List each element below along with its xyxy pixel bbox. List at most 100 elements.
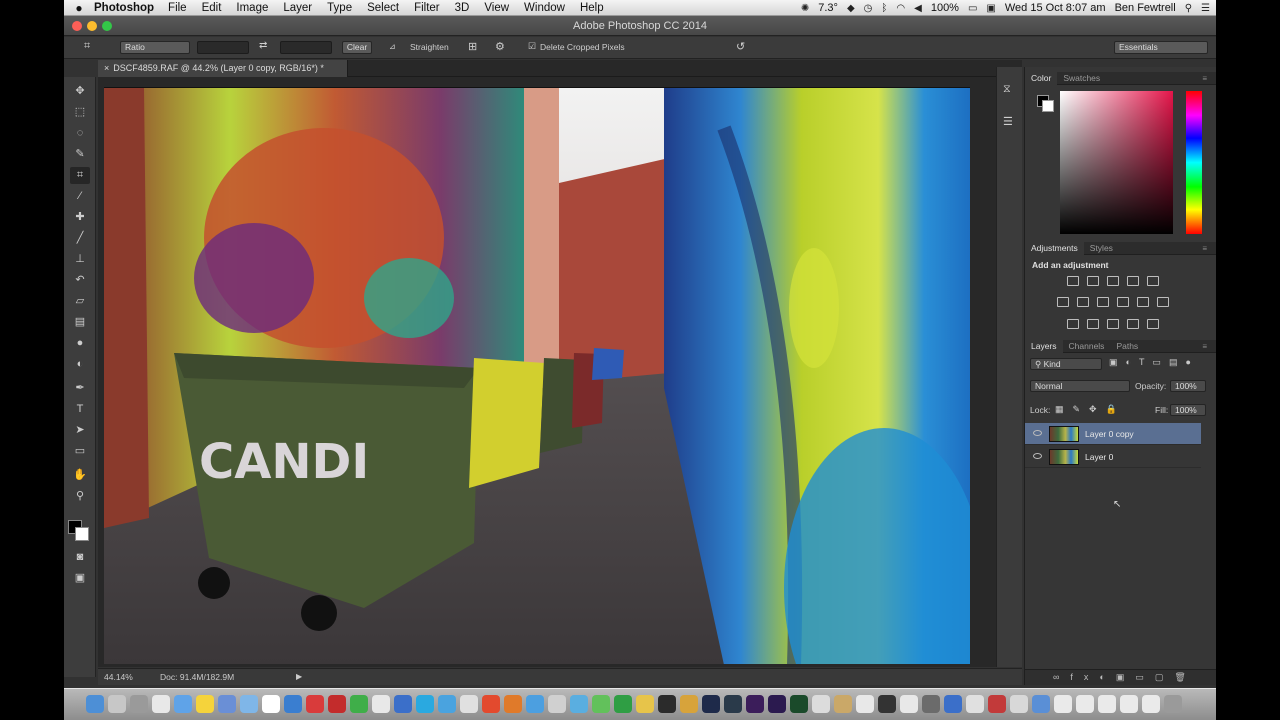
layer-row-layer-0-copy[interactable]: Layer 0 copy [1025,423,1201,445]
layer-filter-select[interactable]: ⚲ Kind [1030,358,1102,370]
path-select-tool-icon[interactable]: ➤ [70,422,90,439]
color-balance-icon[interactable] [1077,297,1089,307]
quick-mask-icon[interactable]: ◙ [70,549,90,566]
black-white-icon[interactable] [1097,297,1109,307]
layer-row-layer-0[interactable]: Layer 0 [1025,446,1201,468]
app-icon[interactable] [834,695,852,713]
preview-icon[interactable] [108,695,126,713]
invert-icon[interactable] [1067,319,1079,329]
battery-icon[interactable]: ▭ [968,3,977,14]
minimize-window-button[interactable] [87,21,97,31]
calendar-icon[interactable]: ▣ [986,3,995,14]
app-icon[interactable] [812,695,830,713]
canvas-area[interactable]: CANDI [98,77,1022,667]
threshold-icon[interactable] [1107,319,1119,329]
app-icon[interactable] [548,695,566,713]
app-icon[interactable] [966,695,984,713]
crop-tool-icon[interactable]: ⌗ [70,167,90,184]
app-icon[interactable] [218,695,236,713]
app-icon[interactable] [438,695,456,713]
notes-icon[interactable] [196,695,214,713]
status-arrow-icon[interactable]: ▶ [296,669,302,685]
app-icon[interactable] [262,695,280,713]
app-icon[interactable] [614,695,632,713]
safari-icon[interactable] [174,695,192,713]
lock-icons[interactable]: ▦✎✥🔒 [1055,404,1126,415]
background-color-swatch[interactable] [75,527,89,541]
app-icon[interactable] [460,695,478,713]
menu-window[interactable]: Window [524,2,565,14]
document-icon[interactable] [1076,695,1094,713]
chrome-icon[interactable] [482,695,500,713]
zoom-tool-icon[interactable]: ⚲ [70,488,90,505]
after-effects-icon[interactable] [768,695,786,713]
menu-app-name[interactable]: Photoshop [94,2,154,14]
straighten-label[interactable]: Straighten [410,42,449,52]
delete-cropped-label[interactable]: Delete Cropped Pixels [540,42,625,52]
screen-mode-icon[interactable]: ▣ [70,570,90,587]
eyedropper-tool-icon[interactable]: ⁄ [70,188,90,205]
history-panel-icon[interactable]: ⧖ [1003,83,1011,96]
visibility-eye-icon[interactable] [1033,453,1042,459]
app-icon[interactable] [900,695,918,713]
premiere-icon[interactable] [746,695,764,713]
tab-adjustments[interactable]: Adjustments [1025,242,1084,255]
document-icon[interactable] [1142,695,1160,713]
curves-icon[interactable] [1107,276,1119,286]
workspace-select[interactable]: Essentials [1114,41,1208,54]
history-brush-tool-icon[interactable]: ↶ [70,272,90,289]
layers-bottom-toolbar[interactable]: ∞fx◐▣▭▢🗑 [1025,669,1216,685]
app-icon[interactable] [570,695,588,713]
photo-filter-icon[interactable] [1117,297,1129,307]
tab-color[interactable]: Color [1025,72,1058,85]
color-panel-menu-icon[interactable]: ≡ [1196,72,1213,85]
app-icon[interactable] [284,695,302,713]
spot-heal-tool-icon[interactable]: ✚ [70,209,90,226]
vibrance-icon[interactable] [1147,276,1159,286]
color-background-swatch[interactable] [1042,100,1054,112]
document-tab[interactable]: × DSCF4859.RAF @ 44.2% (Layer 0 copy, RGB… [98,60,348,77]
brightness-contrast-icon[interactable] [1067,276,1079,286]
gradient-map-icon[interactable] [1127,319,1139,329]
reset-icon[interactable]: ↺ [736,40,745,53]
layers-menu-icon[interactable]: ≡ [1196,340,1213,353]
gradient-tool-icon[interactable]: ▤ [70,314,90,331]
photoshop-icon[interactable] [702,695,720,713]
app-icon[interactable] [372,695,390,713]
app-icon[interactable] [878,695,896,713]
selective-color-icon[interactable] [1147,319,1159,329]
crop-settings-gear-icon[interactable]: ⚙ [495,40,505,53]
swap-dimensions-icon[interactable]: ⇄ [259,40,267,51]
channel-mixer-icon[interactable] [1137,297,1149,307]
lightroom-icon[interactable] [724,695,742,713]
app-icon[interactable] [328,695,346,713]
user-name[interactable]: Ben Fewtrell [1115,2,1176,14]
opacity-input[interactable]: 100% [1170,380,1206,392]
menu-image[interactable]: Image [236,2,268,14]
hand-tool-icon[interactable]: ✋ [70,467,90,484]
acrobat-icon[interactable] [306,695,324,713]
trash-icon[interactable] [1164,695,1182,713]
menu-type[interactable]: Type [327,2,352,14]
volume-icon[interactable]: ◀ [914,3,922,14]
app-icon[interactable] [152,695,170,713]
layer-filter-icons[interactable]: ▣◐T▭▤● [1109,357,1199,368]
crop-width-input[interactable] [197,41,249,54]
app-icon[interactable] [636,695,654,713]
tab-styles[interactable]: Styles [1084,242,1119,255]
apple-menu-icon[interactable]: ● [64,1,94,15]
app-icon[interactable] [856,695,874,713]
clock[interactable]: Wed 15 Oct 8:07 am [1005,2,1106,14]
app-icon[interactable] [922,695,940,713]
close-document-icon[interactable]: × [104,63,109,73]
app-icon[interactable] [944,695,962,713]
posterize-icon[interactable] [1087,319,1099,329]
close-window-button[interactable] [72,21,82,31]
tab-swatches[interactable]: Swatches [1057,72,1106,85]
app-icon[interactable] [1032,695,1050,713]
clear-button[interactable]: Clear [342,41,372,54]
weather-icon[interactable]: ✺ [801,3,809,14]
graffiti-alley-photo[interactable]: CANDI [104,87,970,664]
spotlight-icon[interactable]: ⚲ [1185,3,1192,14]
crop-tool-preset-icon[interactable]: ⌗ [84,40,90,53]
